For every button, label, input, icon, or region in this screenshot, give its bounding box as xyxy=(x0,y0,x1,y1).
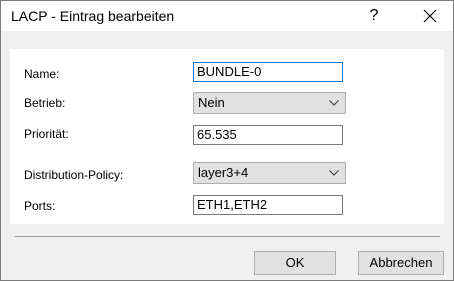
betrieb-select[interactable]: Nein xyxy=(193,92,346,114)
name-input[interactable]: BUNDLE-0 xyxy=(193,62,343,82)
chevron-down-icon xyxy=(329,100,339,106)
policy-label: Distribution-Policy: xyxy=(24,168,124,182)
name-label: Name: xyxy=(24,67,60,81)
betrieb-label: Betrieb: xyxy=(24,96,66,110)
ok-button[interactable]: OK xyxy=(254,251,336,275)
form-panel: Name: BUNDLE-0 Betrieb: Nein Priorität: … xyxy=(10,49,444,224)
dialog-window: LACP - Eintrag bearbeiten ? Name: BUNDLE… xyxy=(0,0,454,281)
prioritaet-label: Priorität: xyxy=(24,127,69,141)
ports-label: Ports: xyxy=(24,199,56,213)
dialog-title: LACP - Eintrag bearbeiten xyxy=(11,8,175,24)
separator-line xyxy=(15,236,440,237)
policy-select[interactable]: layer3+4 xyxy=(193,162,346,184)
close-icon xyxy=(423,9,437,23)
ports-input[interactable]: ETH1,ETH2 xyxy=(193,195,343,215)
chevron-down-icon xyxy=(329,170,339,176)
prioritaet-input[interactable]: 65.535 xyxy=(193,125,343,145)
help-button[interactable]: ? xyxy=(351,1,397,31)
betrieb-selected-value: Nein xyxy=(198,95,225,110)
close-button[interactable] xyxy=(407,1,453,31)
title-bar: LACP - Eintrag bearbeiten ? xyxy=(1,1,453,31)
cancel-button[interactable]: Abbrechen xyxy=(358,251,444,275)
policy-selected-value: layer3+4 xyxy=(198,165,249,180)
